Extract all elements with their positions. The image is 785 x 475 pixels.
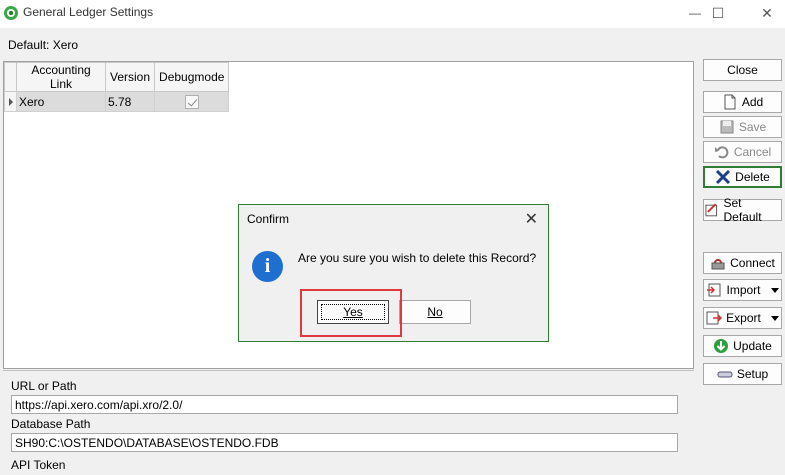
app-logo-icon xyxy=(4,6,18,20)
close-icon: ✕ xyxy=(761,4,773,21)
import-button[interactable]: Import xyxy=(703,279,782,301)
delete-button[interactable]: Delete xyxy=(703,166,782,188)
grid-header-row: Accounting Link Version Debugmode xyxy=(4,62,230,92)
chevron-down-icon xyxy=(770,315,779,321)
dialog-title: Confirm xyxy=(247,212,290,226)
save-button[interactable]: Save xyxy=(703,116,782,138)
set-default-button-label: Set Default xyxy=(723,196,762,224)
setup-icon xyxy=(717,371,733,378)
title-bar: General Ledger Settings — ☐ ✕ xyxy=(0,0,785,28)
close-icon: ✕ xyxy=(524,211,538,228)
export-button[interactable]: Export xyxy=(703,307,782,329)
cell-debugmode[interactable] xyxy=(154,91,230,112)
table-row[interactable]: Xero 5.78 xyxy=(4,91,230,112)
setup-button[interactable]: Setup xyxy=(703,363,782,385)
default-label: Default: Xero xyxy=(8,38,79,52)
add-button-label: Add xyxy=(741,95,764,109)
cell-version[interactable]: 5.78 xyxy=(104,91,156,112)
import-button-label: Import xyxy=(726,283,761,297)
cell-accounting-link[interactable]: Xero xyxy=(16,91,106,112)
column-header-debugmode[interactable]: Debugmode xyxy=(154,62,230,92)
database-path-label: Database Path xyxy=(11,417,91,431)
api-token-label: API Token xyxy=(11,458,66,472)
database-path-field[interactable]: SH90:C:\OSTENDO\DATABASE\OSTENDO.FDB xyxy=(11,433,678,452)
url-field[interactable]: https://api.xero.com/api.xro/2.0/ xyxy=(11,395,678,414)
debugmode-checkbox[interactable] xyxy=(184,94,199,109)
url-label: URL or Path xyxy=(11,379,77,393)
column-header-version[interactable]: Version xyxy=(104,62,156,92)
connect-icon xyxy=(711,259,725,270)
delete-x-icon xyxy=(716,169,731,185)
dialog-close-button[interactable]: ✕ xyxy=(525,209,538,229)
grid-corner-cell xyxy=(4,62,17,92)
row-pointer-icon xyxy=(9,97,13,106)
setup-button-label: Setup xyxy=(736,367,769,381)
save-disk-icon xyxy=(720,120,734,134)
export-icon xyxy=(706,311,723,325)
add-document-icon xyxy=(724,94,736,110)
import-icon xyxy=(707,283,721,297)
set-default-icon xyxy=(705,203,718,217)
update-button[interactable]: Update xyxy=(703,335,782,357)
highlight-box xyxy=(300,289,402,337)
settings-panel: URL or Path https://api.xero.com/api.xro… xyxy=(3,370,694,475)
cancel-button[interactable]: Cancel xyxy=(703,141,782,163)
grid-table: Accounting Link Version Debugmode Xero 5… xyxy=(4,62,230,112)
connect-button-label: Connect xyxy=(730,256,775,270)
maximize-button[interactable]: ☐ xyxy=(700,0,736,26)
close-button-label: Close xyxy=(727,63,758,77)
close-button[interactable]: Close xyxy=(703,59,782,81)
info-icon: i xyxy=(252,251,283,282)
maximize-icon: ☐ xyxy=(711,4,725,21)
no-button-label: No xyxy=(427,305,443,319)
window-title: General Ledger Settings xyxy=(23,5,154,19)
chevron-down-icon xyxy=(770,287,779,293)
undo-icon xyxy=(714,146,729,159)
column-header-accounting-link[interactable]: Accounting Link xyxy=(16,62,106,92)
no-button[interactable]: No xyxy=(399,300,471,324)
export-button-label: Export xyxy=(726,311,761,325)
add-button[interactable]: Add xyxy=(703,91,782,113)
update-download-icon xyxy=(714,339,729,353)
cancel-button-label: Cancel xyxy=(733,145,772,159)
delete-button-label: Delete xyxy=(735,170,770,184)
save-button-label: Save xyxy=(738,120,767,134)
dialog-message: Are you sure you wish to delete this Rec… xyxy=(298,251,537,265)
connect-button[interactable]: Connect xyxy=(703,252,782,274)
update-button-label: Update xyxy=(733,339,772,353)
general-ledger-settings-window: General Ledger Settings — ☐ ✕ Default: X… xyxy=(0,0,785,475)
row-indicator xyxy=(4,91,17,112)
set-default-button[interactable]: Set Default xyxy=(703,196,782,224)
window-close-button[interactable]: ✕ xyxy=(749,0,785,26)
